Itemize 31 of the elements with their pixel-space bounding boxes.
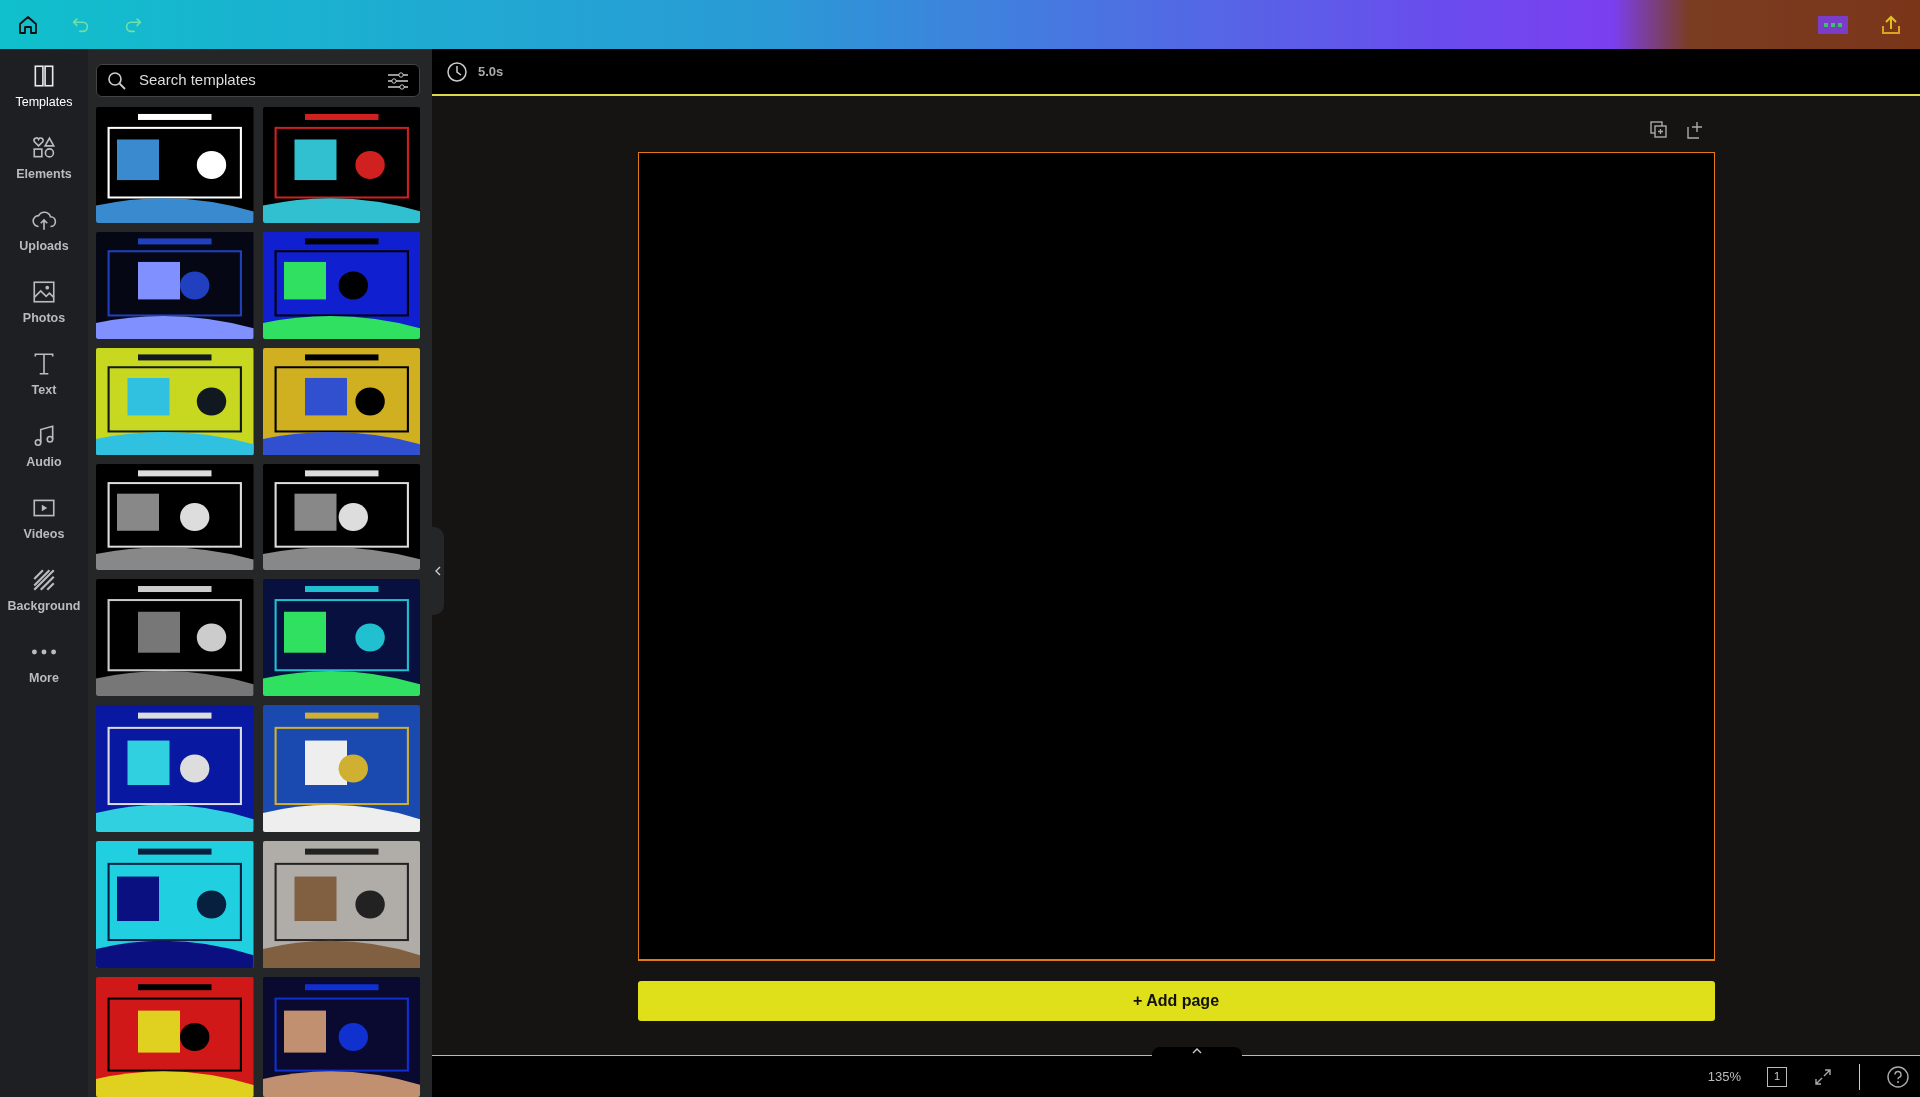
duplicate-page-icon[interactable]	[1648, 120, 1669, 140]
photos-icon	[31, 279, 57, 305]
add-page-icon[interactable]	[1684, 120, 1705, 140]
search-icon	[107, 70, 127, 91]
filter-icon[interactable]	[387, 70, 409, 91]
search-field[interactable]: Search templates	[137, 68, 377, 93]
add-page-button[interactable]: + Add page	[637, 981, 1715, 1021]
zoom-level[interactable]: 135%	[1707, 1066, 1741, 1087]
sidebar-item[interactable]: Templates	[2, 57, 86, 129]
background-icon	[31, 567, 57, 593]
sidebar-item[interactable]: Photos	[2, 273, 86, 345]
sidebar-item[interactable]: More	[2, 633, 86, 705]
duration-label: 5.0s	[478, 62, 504, 81]
page-count[interactable]: 1	[1767, 1066, 1787, 1087]
collapse-panel-handle[interactable]	[432, 527, 444, 615]
more-icon	[1818, 15, 1848, 34]
chevron-left-icon	[434, 566, 442, 576]
sidebar-item[interactable]: Text	[2, 345, 86, 417]
sidebar-item[interactable]: Uploads	[2, 201, 86, 273]
sidebar-item[interactable]: Videos	[2, 489, 86, 561]
expand-pages-tab[interactable]	[1152, 1047, 1242, 1057]
sidebar-item[interactable]: Elements	[2, 129, 86, 201]
sidebar-item[interactable]: Background	[2, 561, 86, 633]
help-icon[interactable]	[1886, 1064, 1910, 1089]
more-icon	[31, 648, 57, 656]
chevron-up-icon	[1191, 1047, 1203, 1055]
fullscreen-icon[interactable]	[1813, 1066, 1833, 1087]
clock-icon[interactable]	[446, 60, 468, 83]
search-bar[interactable]: Search templates	[96, 64, 420, 97]
sidebar-item[interactable]: Audio	[2, 417, 86, 489]
elements-icon	[31, 135, 57, 161]
